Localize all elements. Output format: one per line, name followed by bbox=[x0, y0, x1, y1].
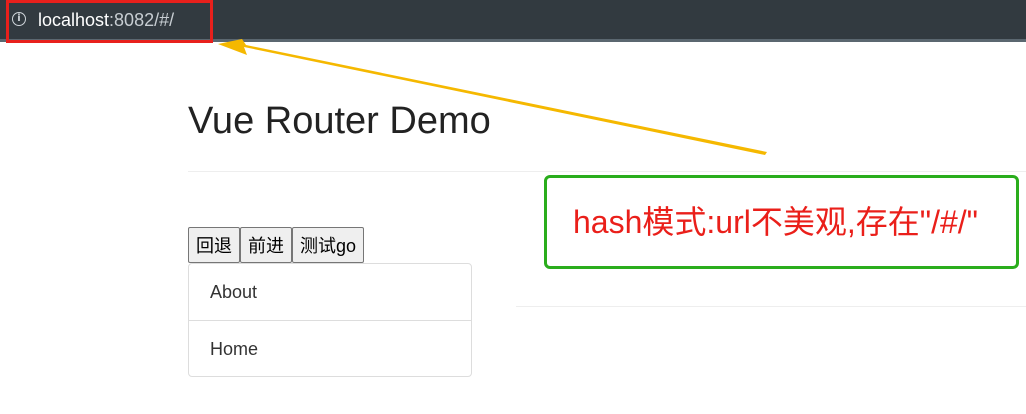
annotation-arrow bbox=[218, 39, 767, 155]
annotation-arrow-shape bbox=[218, 39, 767, 155]
